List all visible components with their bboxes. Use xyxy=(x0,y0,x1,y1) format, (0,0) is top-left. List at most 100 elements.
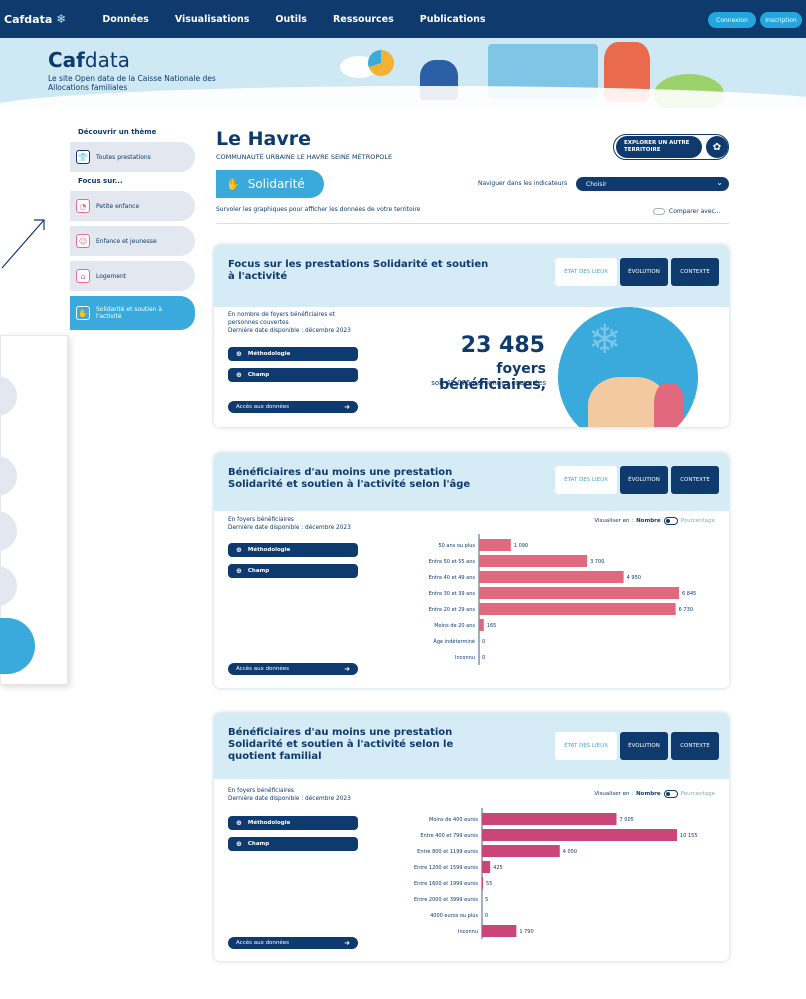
bar[interactable] xyxy=(479,539,511,551)
value-label: 425 xyxy=(493,865,503,871)
methodology-button[interactable]: ⊕ Méthodologie xyxy=(228,347,358,361)
baby-icon: ◔ xyxy=(76,199,90,213)
button-label: Champ xyxy=(247,372,270,378)
category-label: Entre 2000 et 3999 euros xyxy=(414,897,478,903)
bar[interactable] xyxy=(479,571,624,583)
card-meta: En nombre de foyers bénéficiaires et per… xyxy=(228,311,363,335)
bar[interactable] xyxy=(479,587,679,599)
navig-label: Naviguer dans les indicateurs xyxy=(478,180,568,187)
sidebar-item-all[interactable]: 👕 Toutes prestations xyxy=(70,142,195,172)
sidebar-item-enfance-jeunesse[interactable]: ☺ Enfance et jeunesse xyxy=(70,226,195,256)
data-access-button[interactable]: Accès aux données ➜ xyxy=(228,401,358,413)
theme-label: Solidarité xyxy=(247,177,305,191)
bar[interactable] xyxy=(479,603,676,615)
plus-icon: ⊕ xyxy=(236,350,242,358)
card-age-chart: Bénéficiaires d'au moins une prestation … xyxy=(214,453,729,688)
compare-toggle[interactable]: Comparer avec... xyxy=(653,208,721,215)
nav-item-visualisations[interactable]: Visualisations xyxy=(175,14,250,25)
bar[interactable] xyxy=(482,829,677,841)
category-label: Entre 20 et 29 ans xyxy=(429,607,476,613)
sidebar-item-solidarite[interactable]: ✋ Solidarité et soutien à l'activité xyxy=(70,296,195,330)
hero-banner: Cafdata Le site Open data de la Caisse N… xyxy=(0,38,806,108)
nav-item-donnees[interactable]: Données xyxy=(102,14,148,25)
chevron-down-icon: ⌄ xyxy=(716,178,723,187)
nav-item-publications[interactable]: Publications xyxy=(420,14,486,25)
brand-rest: data xyxy=(84,48,130,72)
bar[interactable] xyxy=(479,619,484,631)
zoom-pill-active xyxy=(0,618,35,674)
value-label: 4 050 xyxy=(563,849,577,855)
champ-button[interactable]: ⊕ Champ xyxy=(228,368,358,382)
kpi-label: foyers bénéficiaires, xyxy=(439,361,546,393)
explore-territory-button[interactable]: EXPLORER UN AUTRE TERRITOIRE ✿ xyxy=(613,134,729,160)
bar[interactable] xyxy=(482,925,517,937)
meta-date: Dernière date disponible : décembre 2023 xyxy=(228,328,351,334)
arrow-right-icon: ➜ xyxy=(344,403,350,411)
card-header: Focus sur les prestations Solidarité et … xyxy=(214,245,729,307)
house-icon: ⌂ xyxy=(76,269,90,283)
zoom-arrow-icon xyxy=(1,219,45,269)
kpi-subtitle: soit 47 075 personnes couvertes xyxy=(431,379,546,387)
bar[interactable] xyxy=(482,813,617,825)
sidebar-item-petite-enfance[interactable]: ◔ Petite enfance xyxy=(70,191,195,221)
value-label: 165 xyxy=(487,623,497,629)
category-label: Entre 800 et 1199 euros xyxy=(417,849,478,855)
card-focus: Focus sur les prestations Solidarité et … xyxy=(214,245,729,427)
zoom-pill xyxy=(0,376,17,416)
category-label: Moins de 20 ans xyxy=(434,623,475,629)
value-label: 55 xyxy=(486,881,492,887)
sidebar-item-label: Logement xyxy=(96,272,127,280)
indicator-select[interactable]: Choisir ⌄ xyxy=(576,177,729,191)
kpi-value: 23 485 xyxy=(460,333,545,358)
compare-label: Comparer avec... xyxy=(669,208,721,215)
meta-unit: En nombre de foyers bénéficiaires et per… xyxy=(228,312,335,326)
age-bar-chart: 50 ans ou plus 1 090 Entre 50 et 55 ans 3 7… xyxy=(429,534,696,665)
nav-item-ressources[interactable]: Ressources xyxy=(333,14,394,25)
solidarity-illustration: ❄ xyxy=(558,307,698,427)
value-label: 0 xyxy=(482,655,485,661)
plus-icon: ⊕ xyxy=(236,371,242,379)
select-value: Choisir xyxy=(586,180,607,188)
login-button[interactable]: Connexion xyxy=(708,12,756,28)
category-label: Entre 50 et 55 ans xyxy=(429,559,476,565)
tab-etat-des-lieux[interactable]: ÉTAT DES LIEUX xyxy=(555,258,617,286)
page-subtitle: COMMUNAUTÉ URBAINE LE HAVRE SEINE MÉTROP… xyxy=(216,153,393,161)
zoom-pill xyxy=(0,511,17,551)
sidebar-item-label: Solidarité et soutien à l'activité xyxy=(96,306,163,320)
qf-bar-chart: Moins de 400 euros 7 005 Entre 400 et 799 … xyxy=(414,808,698,939)
hands-icon: ✋ xyxy=(76,306,90,320)
sidebar-item-label: Toutes prestations xyxy=(96,153,151,161)
value-label: 4 950 xyxy=(627,575,641,581)
category-label: Entre 400 et 799 euros xyxy=(420,833,478,839)
bar[interactable] xyxy=(482,861,491,873)
page-title: Le Havre xyxy=(216,128,311,150)
category-label: 4000 euros ou plus xyxy=(430,913,478,919)
category-label: Entre 1200 et 1599 euros xyxy=(414,865,478,871)
nav-item-outils[interactable]: Outils xyxy=(275,14,307,25)
category-label: Inconnu xyxy=(458,929,478,935)
explore-label: EXPLORER UN AUTRE TERRITOIRE xyxy=(616,136,702,158)
map-icon: ✿ xyxy=(706,136,728,158)
card-qf-chart: Bénéficiaires d'au moins une prestation … xyxy=(214,713,729,961)
category-label: Entre 30 et 39 ans xyxy=(429,591,476,597)
bar[interactable] xyxy=(482,845,560,857)
bar[interactable] xyxy=(482,877,484,889)
sidebar-item-logement[interactable]: ⌂ Logement xyxy=(70,261,195,291)
button-label: Accès aux données xyxy=(236,404,290,410)
sidebar-item-label: Petite enfance xyxy=(96,202,140,210)
value-label: 5 xyxy=(485,897,488,903)
bar[interactable] xyxy=(479,555,588,567)
hover-hint: Survoler les graphiques pour afficher le… xyxy=(216,206,421,213)
nav-logo[interactable]: Cafdata ❄ xyxy=(4,12,66,26)
toggle-switch[interactable] xyxy=(653,208,665,215)
value-label: 1 790 xyxy=(519,929,533,935)
tab-contexte[interactable]: CONTEXTE xyxy=(671,258,719,286)
category-label: 50 ans ou plus xyxy=(438,543,475,549)
tab-evolution[interactable]: ÉVOLUTION xyxy=(620,258,668,286)
value-label: 7 005 xyxy=(620,817,634,823)
category-label: Inconnu xyxy=(455,655,475,661)
hands-icon: ✋ xyxy=(226,177,240,191)
snowflake-pattern: ❄ xyxy=(588,317,622,363)
value-label: 3 700 xyxy=(590,559,604,565)
register-button[interactable]: Inscription xyxy=(760,12,802,28)
